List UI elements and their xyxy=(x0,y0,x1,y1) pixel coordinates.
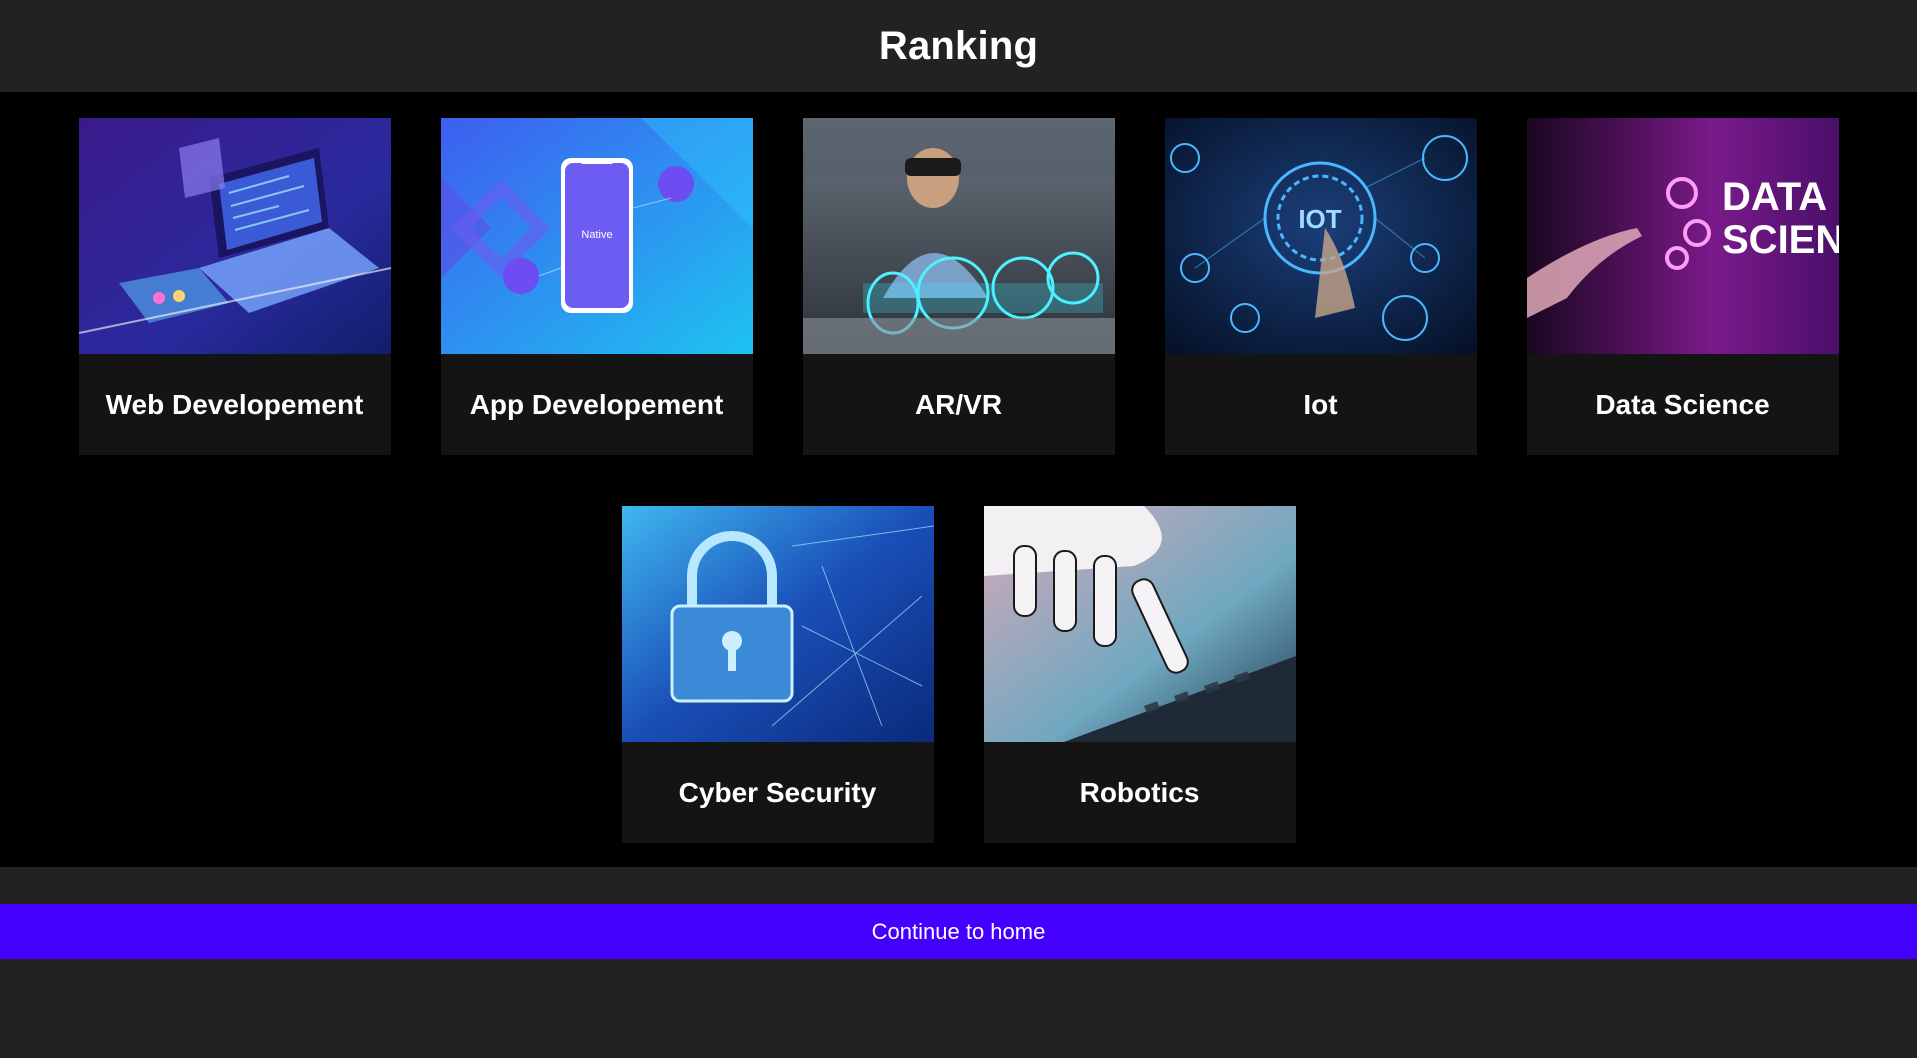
category-grid: Web Developement Native App Developement… xyxy=(0,92,1917,867)
web-development-image xyxy=(78,118,391,354)
category-label: App Developement xyxy=(469,388,724,420)
footer: Continue to home xyxy=(0,867,1917,1058)
category-card-cyber-security[interactable]: Cyber Security xyxy=(621,506,934,843)
category-card-ar-vr[interactable]: AR/VR xyxy=(802,118,1115,455)
iot-thumb-text: IOT xyxy=(1298,204,1341,234)
category-label: Web Developement xyxy=(105,388,364,420)
category-label: AR/VR xyxy=(914,388,1003,420)
category-label: Cyber Security xyxy=(678,776,877,808)
category-label: Robotics xyxy=(1079,776,1200,808)
category-card-robotics[interactable]: Robotics xyxy=(983,506,1296,843)
page-title: Ranking xyxy=(878,23,1039,68)
robotics-image xyxy=(983,506,1296,742)
category-row-1: Web Developement Native App Developement… xyxy=(0,118,1917,455)
category-card-iot[interactable]: IOT Iot xyxy=(1164,118,1477,455)
category-label: Data Science xyxy=(1595,388,1770,420)
header: Ranking xyxy=(0,0,1917,92)
science-thumb-text: SCIENC xyxy=(1722,218,1839,262)
native-thumb-text: Native xyxy=(581,229,612,241)
app-development-image: Native xyxy=(440,118,753,354)
cyber-security-image xyxy=(621,506,934,742)
category-card-app-development[interactable]: Native App Developement xyxy=(440,118,753,455)
category-card-data-science[interactable]: DATA SCIENC Data Science xyxy=(1526,118,1839,455)
category-card-web-development[interactable]: Web Developement xyxy=(78,118,391,455)
ar-vr-image xyxy=(802,118,1115,354)
category-row-2: Cyber Security Robotics xyxy=(0,506,1917,843)
data-science-image: DATA SCIENC xyxy=(1526,118,1839,354)
continue-to-home-button[interactable]: Continue to home xyxy=(0,904,1917,959)
iot-image: IOT xyxy=(1164,118,1477,354)
data-thumb-text: DATA xyxy=(1722,175,1827,219)
category-label: Iot xyxy=(1303,388,1338,420)
